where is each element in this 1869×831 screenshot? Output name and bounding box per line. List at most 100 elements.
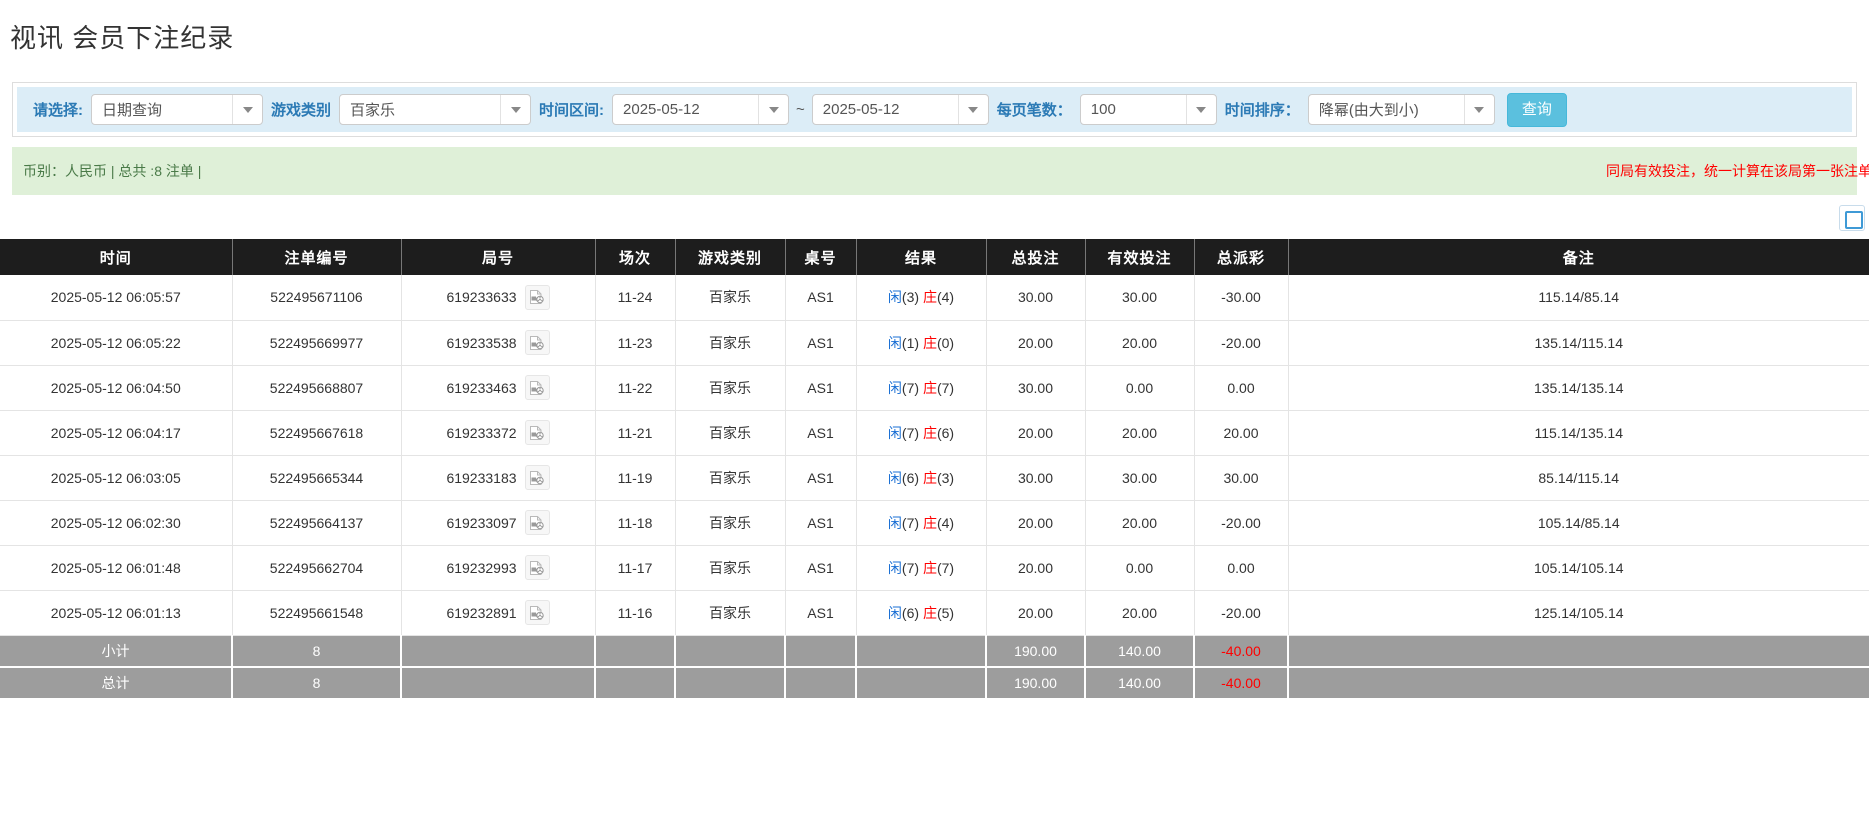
column-header-round-no: 局号 <box>401 239 595 275</box>
column-header-remark: 备注 <box>1288 239 1869 275</box>
column-header-session: 场次 <box>595 239 675 275</box>
video-record-icon[interactable] <box>525 285 550 310</box>
round-no-text: 619232891 <box>446 605 516 621</box>
chevron-down-icon[interactable] <box>500 95 530 124</box>
cell-session: 11-18 <box>595 500 675 545</box>
video-record-icon[interactable] <box>525 420 550 445</box>
cell-result: 闲(6) 庄(3) <box>856 455 986 500</box>
result-banker-label: 庄 <box>923 335 937 351</box>
query-button[interactable]: 查询 <box>1507 93 1567 127</box>
cell-round-no: 619233097 <box>401 500 595 545</box>
video-record-icon[interactable] <box>525 465 550 490</box>
grandtotal-row: 总计 8 190.00 140.00 -40.00 <box>0 667 1869 699</box>
date-to-value: 2025-05-12 <box>813 95 958 124</box>
cell-valid-bet: 0.00 <box>1085 365 1194 410</box>
video-record-icon[interactable] <box>525 330 550 355</box>
cell-total-bet: 20.00 <box>986 320 1085 365</box>
chevron-down-icon[interactable] <box>1464 95 1494 124</box>
result-banker-score: (7) <box>937 560 954 576</box>
column-header-result: 结果 <box>856 239 986 275</box>
cell-game: 百家乐 <box>675 545 785 590</box>
result-banker-score: (4) <box>937 289 954 305</box>
cell-result: 闲(6) 庄(5) <box>856 590 986 635</box>
video-record-icon[interactable] <box>525 600 550 625</box>
chevron-down-icon[interactable] <box>232 95 262 124</box>
result-banker-label: 庄 <box>923 380 937 396</box>
cell-round-no: 619233463 <box>401 365 595 410</box>
page-title: 视讯 会员下注纪录 <box>0 17 1869 64</box>
subtotal-remark <box>1288 635 1869 667</box>
chevron-down-icon[interactable] <box>1186 95 1216 124</box>
cell-round-no: 619233538 <box>401 320 595 365</box>
chevron-down-icon[interactable] <box>958 95 988 124</box>
result-banker-score: (0) <box>937 335 954 351</box>
video-record-icon[interactable] <box>525 555 550 580</box>
page-size-select[interactable]: 100 <box>1080 94 1217 125</box>
export-excel-icon[interactable] <box>1839 205 1865 231</box>
chevron-down-icon[interactable] <box>758 95 788 124</box>
result-banker-label: 庄 <box>923 605 937 621</box>
grandtotal-table-no <box>785 667 856 699</box>
result-player-score: (7) <box>902 425 919 441</box>
cell-game: 百家乐 <box>675 320 785 365</box>
game-type-select[interactable]: 百家乐 <box>339 94 531 125</box>
cell-time: 2025-05-12 06:04:17 <box>0 410 232 455</box>
result-player-label: 闲 <box>888 470 902 486</box>
cell-remark: 135.14/135.14 <box>1288 365 1869 410</box>
video-record-icon[interactable] <box>525 375 550 400</box>
cell-remark: 125.14/105.14 <box>1288 590 1869 635</box>
result-player-label: 闲 <box>888 335 902 351</box>
query-type-value: 日期查询 <box>92 95 232 124</box>
cell-time: 2025-05-12 06:04:50 <box>0 365 232 410</box>
cell-valid-bet: 30.00 <box>1085 275 1194 320</box>
result-player-label: 闲 <box>888 289 902 305</box>
date-from-select[interactable]: 2025-05-12 <box>612 94 789 125</box>
cell-remark: 105.14/85.14 <box>1288 500 1869 545</box>
time-range-label: 时间区间: <box>539 99 604 120</box>
cell-total-bet: 30.00 <box>986 365 1085 410</box>
table-row: 2025-05-12 06:02:30 522495664137 6192330… <box>0 500 1869 545</box>
grandtotal-payout: -40.00 <box>1194 667 1288 699</box>
cell-game: 百家乐 <box>675 455 785 500</box>
cell-time: 2025-05-12 06:05:57 <box>0 275 232 320</box>
grandtotal-total-bet: 190.00 <box>986 667 1085 699</box>
grandtotal-result <box>856 667 986 699</box>
query-type-select[interactable]: 日期查询 <box>91 94 263 125</box>
table-row: 2025-05-12 06:01:13 522495661548 6192328… <box>0 590 1869 635</box>
cell-payout: -20.00 <box>1194 500 1288 545</box>
sort-select[interactable]: 降幂(由大到小) <box>1308 94 1495 125</box>
cell-bet-no: 522495667618 <box>232 410 401 455</box>
grandtotal-valid-bet: 140.00 <box>1085 667 1194 699</box>
cell-session: 11-17 <box>595 545 675 590</box>
result-player-score: (7) <box>902 560 919 576</box>
cell-remark: 115.14/85.14 <box>1288 275 1869 320</box>
cell-game: 百家乐 <box>675 275 785 320</box>
subtotal-payout: -40.00 <box>1194 635 1288 667</box>
cell-table-no: AS1 <box>785 320 856 365</box>
cell-bet-no: 522495668807 <box>232 365 401 410</box>
cell-total-bet: 20.00 <box>986 590 1085 635</box>
cell-table-no: AS1 <box>785 590 856 635</box>
result-banker-label: 庄 <box>923 515 937 531</box>
info-bar: 币别：人民币 | 总共 :8 注单 | 同局有效投注，统一计算在该局第一张注单内 <box>12 147 1857 195</box>
result-player-label: 闲 <box>888 380 902 396</box>
table-row: 2025-05-12 06:05:57 522495671106 6192336… <box>0 275 1869 320</box>
cell-valid-bet: 30.00 <box>1085 455 1194 500</box>
cell-game: 百家乐 <box>675 365 785 410</box>
result-player-score: (6) <box>902 605 919 621</box>
result-player-label: 闲 <box>888 515 902 531</box>
table-body: 2025-05-12 06:05:57 522495671106 6192336… <box>0 275 1869 699</box>
round-no-text: 619233097 <box>446 515 516 531</box>
cell-game: 百家乐 <box>675 590 785 635</box>
cell-session: 11-24 <box>595 275 675 320</box>
result-player-score: (7) <box>902 515 919 531</box>
video-record-icon[interactable] <box>525 510 550 535</box>
column-header-game: 游戏类别 <box>675 239 785 275</box>
cell-round-no: 619232993 <box>401 545 595 590</box>
result-player-label: 闲 <box>888 605 902 621</box>
cell-bet-no: 522495665344 <box>232 455 401 500</box>
cell-valid-bet: 20.00 <box>1085 590 1194 635</box>
table-row: 2025-05-12 06:03:05 522495665344 6192331… <box>0 455 1869 500</box>
subtotal-result <box>856 635 986 667</box>
date-to-select[interactable]: 2025-05-12 <box>812 94 989 125</box>
